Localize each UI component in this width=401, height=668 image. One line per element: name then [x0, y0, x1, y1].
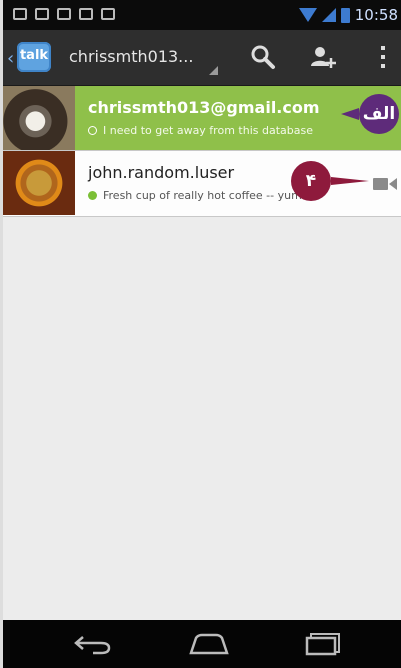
avatar[interactable]	[3, 151, 75, 215]
status-text: I need to get away from this database	[103, 124, 313, 137]
gmail-icon	[13, 8, 27, 20]
notification-icons	[13, 8, 115, 20]
download-icon	[57, 8, 71, 20]
avatar[interactable]	[3, 86, 75, 150]
search-button[interactable]	[245, 40, 281, 74]
back-button[interactable]	[71, 630, 115, 658]
up-chevron-icon[interactable]: ‹	[7, 48, 14, 69]
recent-apps-button[interactable]	[303, 630, 347, 658]
status-bar: 10:58	[3, 0, 401, 30]
overflow-menu-button[interactable]	[365, 40, 401, 74]
navigation-bar	[3, 620, 401, 668]
status-message: Fresh cup of really hot coffee -- yum!	[88, 189, 306, 202]
clock: 10:58	[354, 6, 398, 24]
action-bar: ‹ talk chrissmth013...	[3, 30, 401, 86]
account-title[interactable]: chrissmth013...	[69, 47, 193, 66]
status-text: Fresh cup of really hot coffee -- yum!	[103, 189, 307, 202]
invisible-status-icon	[88, 126, 97, 135]
annotation-callout-b: ۴	[291, 161, 369, 201]
device-screen: 10:58 ‹ talk chrissmth013... chrissmth01…	[0, 0, 401, 668]
download-icon	[101, 8, 115, 20]
download-icon	[79, 8, 93, 20]
wifi-icon	[298, 8, 317, 22]
video-chat-icon[interactable]	[373, 177, 397, 191]
callout-pointer	[331, 177, 369, 185]
system-status: 10:58	[298, 6, 398, 24]
talk-icon	[35, 8, 49, 20]
search-icon	[251, 45, 275, 69]
dropdown-indicator-icon[interactable]	[209, 66, 218, 75]
signal-icon	[321, 8, 336, 22]
home-icon	[189, 633, 229, 655]
talk-logo[interactable]: talk	[17, 42, 51, 72]
home-button[interactable]	[187, 630, 231, 658]
status-message: I need to get away from this database	[88, 124, 313, 137]
overflow-menu-icon	[381, 46, 385, 68]
annotation-callout-a: الف	[341, 94, 399, 134]
back-icon	[74, 636, 111, 655]
contact-name: john.random.luser	[88, 163, 235, 182]
add-friend-button[interactable]	[305, 40, 341, 74]
callout-label: الف	[359, 94, 399, 134]
recent-apps-icon	[305, 633, 340, 656]
callout-pointer	[341, 108, 359, 120]
battery-icon	[340, 7, 350, 23]
add-friend-icon	[311, 47, 336, 68]
callout-label: ۴	[291, 161, 331, 201]
contact-name: chrissmth013@gmail.com	[88, 98, 320, 117]
available-status-icon	[88, 191, 97, 200]
